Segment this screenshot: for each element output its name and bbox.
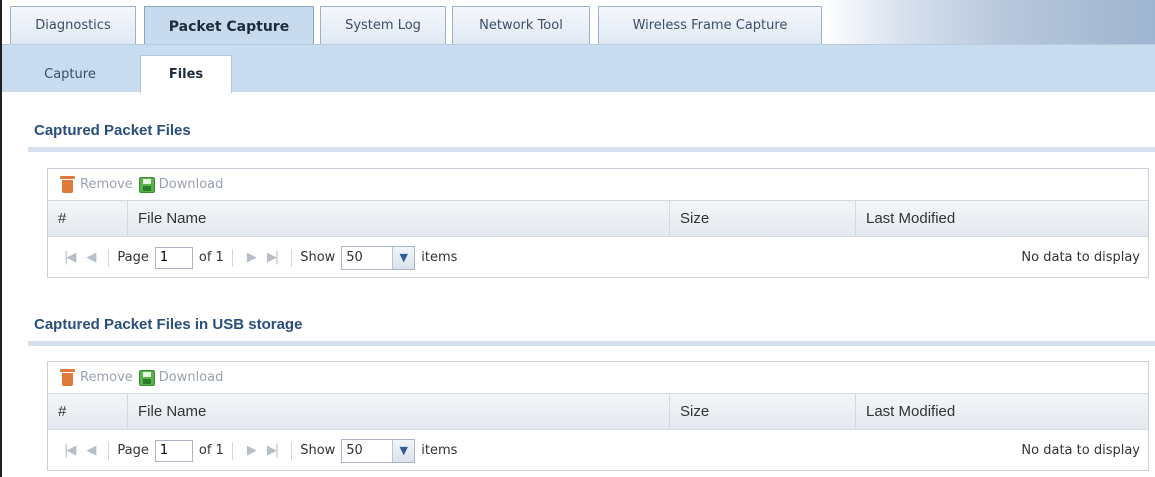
- page-number-input[interactable]: [154, 439, 193, 462]
- column-file-name[interactable]: File Name: [128, 201, 670, 236]
- table-toolbar: Remove Download: [48, 169, 1148, 200]
- show-label: Show: [300, 443, 336, 458]
- table-header: # File Name Size Last Modified: [48, 393, 1148, 430]
- trash-icon: [60, 369, 75, 386]
- pager-divider: [231, 441, 233, 460]
- items-per-page-value: 50: [346, 250, 363, 265]
- download-label: Download: [158, 370, 224, 385]
- captured-files-table: Remove Download # File Name Size Last Mo…: [47, 168, 1149, 278]
- download-icon: [138, 369, 155, 386]
- section-title-usb-files: Captured Packet Files in USB storage: [34, 316, 303, 333]
- page-label: Page: [117, 250, 149, 265]
- show-label: Show: [300, 250, 336, 265]
- pager-divider: [291, 441, 293, 460]
- first-page-icon[interactable]: |◀: [64, 443, 76, 458]
- remove-label: Remove: [80, 177, 133, 192]
- column-last-modified[interactable]: Last Modified: [856, 201, 1148, 236]
- last-page-icon[interactable]: ▶|: [267, 443, 279, 458]
- remove-label: Remove: [80, 370, 133, 385]
- items-label: items: [421, 443, 458, 458]
- table-pager: |◀ ◀ Page of 1 ▶ ▶| Show 50 ▼ items No d…: [48, 430, 1148, 471]
- column-number[interactable]: #: [48, 394, 128, 429]
- subtab-files[interactable]: Files: [140, 55, 232, 93]
- column-file-name[interactable]: File Name: [128, 394, 670, 429]
- items-per-page-select[interactable]: 50 ▼: [341, 438, 416, 463]
- remove-button[interactable]: Remove: [60, 369, 133, 386]
- items-per-page-select[interactable]: 50 ▼: [341, 245, 416, 270]
- usb-files-table: Remove Download # File Name Size Last Mo…: [47, 361, 1149, 471]
- page-count-label: of 1: [198, 250, 224, 265]
- pager-divider: [231, 248, 233, 267]
- sub-tab-bar: Capture Files: [2, 44, 1155, 93]
- top-tab-bar: Diagnostics Packet Capture System Log Ne…: [2, 0, 1155, 46]
- tab-wireless-frame-capture[interactable]: Wireless Frame Capture: [598, 6, 822, 44]
- next-page-icon[interactable]: ▶: [247, 443, 257, 458]
- column-size[interactable]: Size: [670, 201, 856, 236]
- tab-network-tool[interactable]: Network Tool: [452, 6, 590, 44]
- table-header: # File Name Size Last Modified: [48, 200, 1148, 237]
- download-button[interactable]: Download: [138, 176, 224, 193]
- pager-divider: [291, 248, 293, 267]
- chevron-down-icon[interactable]: ▼: [392, 246, 415, 269]
- download-label: Download: [158, 177, 224, 192]
- remove-button[interactable]: Remove: [60, 176, 133, 193]
- page-label: Page: [117, 443, 149, 458]
- page-count-label: of 1: [198, 443, 224, 458]
- prev-page-icon[interactable]: ◀: [86, 250, 96, 265]
- first-page-icon[interactable]: |◀: [64, 250, 76, 265]
- tab-diagnostics[interactable]: Diagnostics: [10, 6, 136, 44]
- table-pager: |◀ ◀ Page of 1 ▶ ▶| Show 50 ▼ items No d…: [48, 237, 1148, 278]
- download-icon: [138, 176, 155, 193]
- column-number[interactable]: #: [48, 201, 128, 236]
- items-per-page-value: 50: [346, 443, 363, 458]
- trash-icon: [60, 176, 75, 193]
- page-number-input[interactable]: [154, 246, 193, 269]
- pager-divider: [108, 441, 110, 460]
- column-size[interactable]: Size: [670, 394, 856, 429]
- window-frame: Diagnostics Packet Capture System Log Ne…: [0, 0, 1155, 477]
- table-toolbar: Remove Download: [48, 362, 1148, 393]
- items-label: items: [421, 250, 458, 265]
- pager-divider: [108, 248, 110, 267]
- download-button[interactable]: Download: [138, 369, 224, 386]
- column-last-modified[interactable]: Last Modified: [856, 394, 1148, 429]
- section-title-captured-files: Captured Packet Files: [34, 122, 191, 139]
- empty-message: No data to display: [1021, 250, 1140, 265]
- tab-packet-capture[interactable]: Packet Capture: [144, 6, 314, 46]
- last-page-icon[interactable]: ▶|: [267, 250, 279, 265]
- subtab-capture[interactable]: Capture: [22, 55, 118, 93]
- chevron-down-icon[interactable]: ▼: [392, 439, 415, 462]
- section-divider: [28, 147, 1155, 152]
- next-page-icon[interactable]: ▶: [247, 250, 257, 265]
- prev-page-icon[interactable]: ◀: [86, 443, 96, 458]
- tab-system-log[interactable]: System Log: [320, 6, 446, 44]
- section-divider: [28, 341, 1155, 346]
- empty-message: No data to display: [1021, 443, 1140, 458]
